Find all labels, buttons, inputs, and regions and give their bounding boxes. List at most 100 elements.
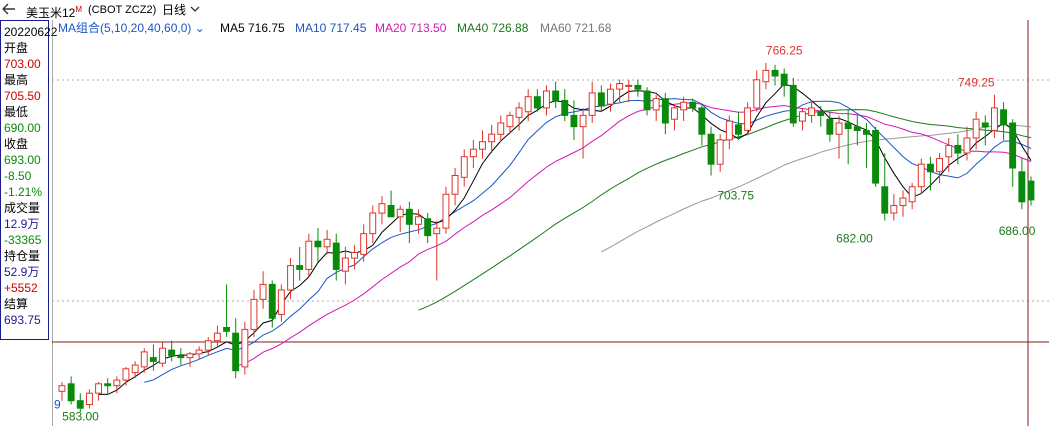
change-value: -8.50 — [4, 169, 32, 183]
close-label: 收盘 — [4, 137, 29, 151]
candle — [296, 265, 304, 270]
candle — [561, 99, 569, 116]
candle — [323, 238, 331, 248]
oi-value: 52.9万 — [4, 265, 40, 279]
candle — [863, 130, 870, 135]
candle — [341, 257, 349, 272]
candle — [140, 351, 148, 368]
candle — [817, 111, 825, 116]
candle — [451, 175, 459, 195]
candle — [579, 114, 587, 128]
candle — [698, 107, 706, 135]
candle — [76, 400, 84, 409]
candle — [177, 355, 185, 359]
volume-change: -33365 — [4, 233, 42, 247]
candle — [305, 240, 313, 270]
candle — [369, 212, 377, 235]
candle — [95, 383, 102, 394]
candle — [506, 114, 514, 128]
candle — [707, 133, 715, 165]
open-label: 开盘 — [4, 41, 29, 55]
change-pct-value: -1.21% — [4, 185, 43, 199]
candle — [616, 83, 624, 90]
candle — [58, 385, 66, 392]
candle — [104, 383, 112, 387]
back-arrow-icon[interactable] — [2, 3, 16, 18]
candle — [570, 114, 578, 128]
candle — [826, 118, 834, 135]
candle — [131, 364, 139, 374]
low-label: 最低 — [4, 105, 29, 119]
instrument-name: 美玉米12M — [26, 5, 83, 20]
candle — [552, 90, 560, 101]
period-dropdown-icon[interactable] — [190, 3, 200, 17]
period-label[interactable]: 日线 — [162, 3, 186, 17]
settle-value: 693.75 — [4, 313, 41, 327]
open-value: 703.00 — [4, 57, 41, 71]
candle — [442, 193, 450, 229]
candle — [515, 107, 523, 118]
candle — [351, 252, 359, 259]
candle — [652, 98, 660, 111]
quote-panel: 20220622 开盘 703.00 最高 705.50 最低 690.00 收… — [0, 20, 57, 340]
candle — [479, 141, 486, 150]
candlestick-chart[interactable]: 766.25 703.75 749.25 682.00 686.00 583.009 — [52, 20, 1049, 426]
price-annotation: 9 — [54, 398, 61, 412]
candle — [332, 242, 340, 270]
high-value: 705.50 — [4, 89, 41, 103]
candle — [232, 332, 240, 372]
candle — [277, 289, 285, 315]
candle — [387, 205, 395, 218]
candle — [725, 120, 733, 141]
price-annotation: 703.75 — [717, 189, 754, 203]
low-value: 690.00 — [4, 121, 41, 135]
candle — [149, 357, 157, 362]
candle — [954, 145, 962, 154]
candle — [991, 107, 998, 131]
candle — [195, 349, 203, 355]
candle — [113, 379, 121, 387]
candle — [680, 101, 688, 111]
candle — [881, 186, 889, 214]
candle — [396, 208, 404, 218]
candle — [634, 84, 642, 90]
candle — [844, 122, 852, 130]
candle — [789, 84, 797, 124]
candle — [588, 92, 596, 116]
candle — [927, 163, 934, 173]
ma20-line — [235, 102, 1032, 367]
candle — [890, 205, 898, 214]
candle — [424, 218, 432, 237]
candle — [753, 79, 761, 109]
high-label: 最高 — [4, 73, 29, 87]
candle — [223, 327, 231, 332]
price-annotation: 686.00 — [999, 224, 1036, 238]
candle — [981, 122, 989, 128]
candle — [314, 240, 322, 248]
candle — [524, 96, 532, 113]
candle — [735, 124, 742, 135]
quote-date: 20220622 — [4, 25, 58, 39]
candle — [1027, 180, 1035, 201]
settle-label: 结算 — [4, 297, 29, 311]
price-annotation: 583.00 — [62, 409, 99, 423]
candle — [1018, 171, 1026, 203]
candle — [689, 101, 697, 109]
candle — [241, 328, 249, 368]
candle — [213, 332, 221, 342]
candle — [1009, 122, 1017, 169]
candle — [835, 122, 843, 135]
candle — [415, 216, 422, 225]
candle — [808, 107, 815, 116]
candle — [122, 368, 130, 381]
ma10-line — [144, 98, 1032, 383]
candle — [159, 347, 166, 364]
candle — [67, 383, 75, 402]
candle — [643, 90, 651, 111]
candle — [780, 73, 788, 87]
candle — [533, 96, 541, 109]
candle — [287, 265, 295, 291]
candle — [625, 84, 633, 87]
volume-value: 12.9万 — [4, 217, 40, 231]
candle — [186, 353, 194, 359]
